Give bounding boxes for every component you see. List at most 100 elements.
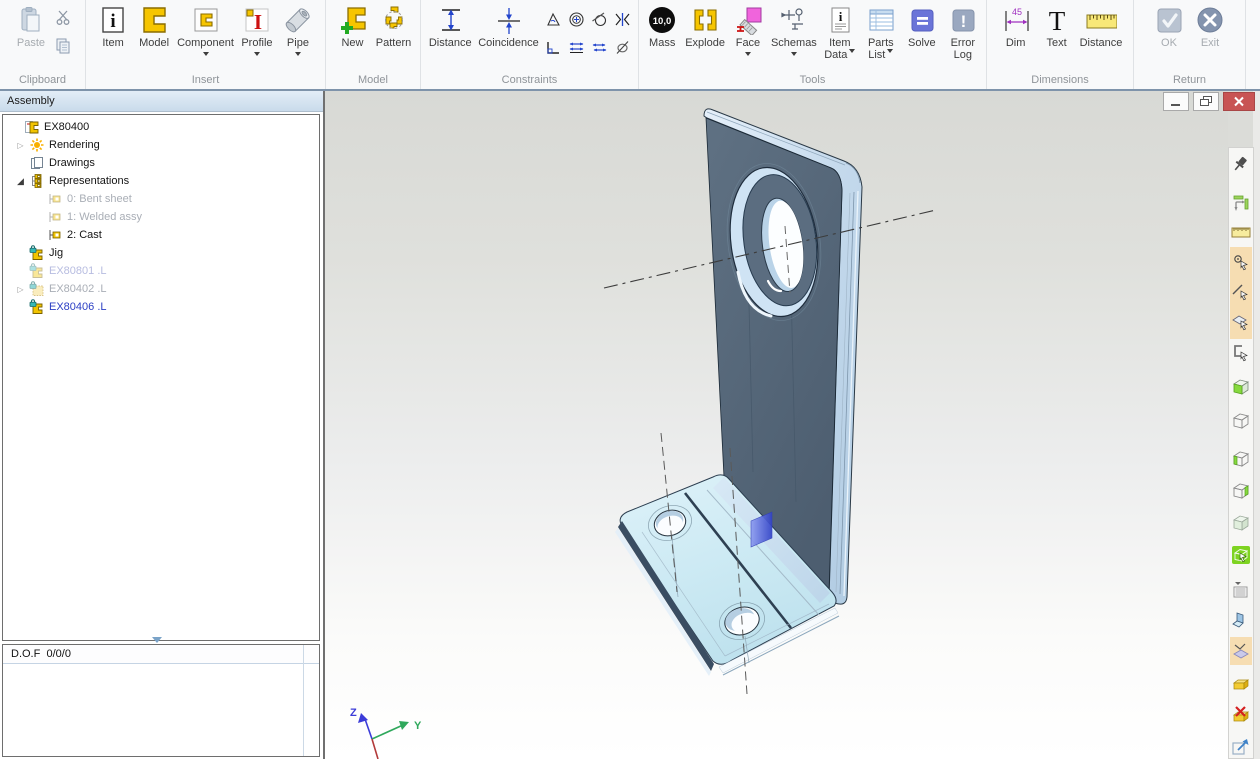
solid-green-box-button[interactable] <box>1231 377 1251 397</box>
exit-button[interactable]: Exit <box>1190 3 1230 50</box>
profile-dropdown-icon[interactable] <box>254 52 260 59</box>
bin-icon <box>1231 675 1251 695</box>
group-label-insert: Insert <box>88 73 323 89</box>
tree-item-ex80400[interactable]: EX80400 <box>3 118 319 136</box>
shaded-box-button[interactable] <box>1231 513 1251 533</box>
svg-text:I: I <box>254 10 262 34</box>
pin-button[interactable] <box>1231 155 1251 175</box>
svg-text:!: ! <box>960 12 966 31</box>
right-toolbar-rail <box>1228 91 1260 759</box>
perpendicular-constraint-button[interactable] <box>542 33 565 61</box>
minimize-button[interactable] <box>1163 92 1189 111</box>
copy-icon <box>55 37 72 54</box>
selection-list-button[interactable] <box>1231 579 1251 599</box>
x-axis-line <box>372 739 378 759</box>
distance-measure-button[interactable]: Distance <box>1078 3 1125 50</box>
expander-collapsed-icon[interactable]: ▷ <box>12 285 29 294</box>
box-right-face-button[interactable] <box>1231 481 1251 501</box>
rail-scroll-strip <box>1253 91 1260 759</box>
model-icon <box>138 4 170 36</box>
tree-item-rendering[interactable]: ▷ Rendering <box>3 136 319 154</box>
svg-text:45: 45 <box>1012 7 1022 17</box>
select-plane-icon <box>1231 312 1251 332</box>
viewport-3d[interactable]: Z Y <box>324 91 1228 759</box>
tree-item-representations[interactable]: ◢ Representations <box>3 172 319 190</box>
pipe-button[interactable]: Pipe <box>278 3 318 60</box>
cut-button[interactable] <box>52 6 74 28</box>
tree-item-bent-sheet[interactable]: 0: Bent sheet <box>3 190 319 208</box>
expander-expanded-icon[interactable]: ◢ <box>12 176 29 187</box>
ruler-tool-button[interactable] <box>1231 222 1251 242</box>
group-label-constraints: Constraints <box>423 73 636 89</box>
bin-button[interactable] <box>1231 675 1251 695</box>
solid-green-box-icon <box>1231 377 1251 397</box>
ruler-tool-icon <box>1231 222 1251 242</box>
parallel-constraint-button[interactable] <box>588 33 611 61</box>
select-point-icon <box>1231 252 1251 272</box>
select-point-button[interactable] <box>1231 252 1251 272</box>
paste-button[interactable]: Paste <box>11 3 51 50</box>
concentric-constraint-button[interactable] <box>565 5 588 33</box>
error-log-button[interactable]: ! Error Log <box>943 3 983 62</box>
equal-distance-constraint-button[interactable] <box>565 33 588 61</box>
bin-delete-button[interactable] <box>1231 705 1251 725</box>
box-left-face-button[interactable] <box>1231 449 1251 469</box>
tree-item-jig[interactable]: Jig <box>3 244 319 262</box>
bracket-part-button[interactable] <box>1231 611 1251 631</box>
representation-item-icon <box>47 227 63 243</box>
diameter-constraint-button[interactable] <box>611 33 634 61</box>
svg-text:T: T <box>1048 6 1065 35</box>
face-dropdown-icon[interactable] <box>745 52 751 59</box>
select-plane-button[interactable] <box>1231 312 1251 332</box>
group-label-dimensions: Dimensions <box>989 73 1131 89</box>
schemas-dropdown-icon[interactable] <box>791 52 797 59</box>
tree-item-drawings[interactable]: Drawings <box>3 154 319 172</box>
pipe-dropdown-icon[interactable] <box>295 52 301 59</box>
pattern-button[interactable]: Pattern <box>374 3 414 50</box>
copy-button[interactable] <box>52 34 74 56</box>
parts-list-button[interactable]: Parts List <box>861 3 901 62</box>
tangent-constraint-button[interactable] <box>588 5 611 33</box>
face-button[interactable]: Face <box>728 3 768 60</box>
schemas-button[interactable]: Schemas <box>769 3 819 60</box>
select-line-button[interactable] <box>1231 282 1251 302</box>
panel-splitter-handle[interactable] <box>152 637 162 643</box>
tree-item-welded-assy[interactable]: 1: Welded assy <box>3 208 319 226</box>
dof-label: D.O.F <box>11 648 40 660</box>
angle-constraint-button[interactable] <box>542 5 565 33</box>
ribbon-group-clipboard: Paste Clipboard <box>0 0 86 89</box>
expander-collapsed-icon[interactable]: ▷ <box>12 141 29 150</box>
restore-button[interactable] <box>1193 92 1219 111</box>
new-model-button[interactable]: New <box>333 3 373 50</box>
sketch-plane-button[interactable] <box>1231 641 1251 661</box>
ok-button[interactable]: OK <box>1149 3 1189 50</box>
wire-box-button[interactable] <box>1231 411 1251 431</box>
select-profile-button[interactable] <box>1231 343 1251 363</box>
tree-item-ex80406[interactable]: EX80406 .L <box>3 298 319 316</box>
item-data-button[interactable]: i Item Data <box>820 3 860 62</box>
item-data-icon: i <box>824 4 856 36</box>
tree-item-ex80801[interactable]: EX80801 .L <box>3 262 319 280</box>
explode-button[interactable]: Explode <box>683 3 727 50</box>
symmetry-constraint-button[interactable] <box>611 5 634 33</box>
solve-button[interactable]: Solve <box>902 3 942 50</box>
svg-text:10,0: 10,0 <box>653 16 672 27</box>
profile-button[interactable]: I Profile <box>237 3 277 60</box>
parallel-constraint-icon <box>591 39 608 56</box>
dynamic-select-button[interactable] <box>1231 545 1251 565</box>
flip-direction-button[interactable] <box>1231 193 1251 213</box>
distance-constraint-button[interactable]: Distance <box>425 3 475 50</box>
expand-arrow-button[interactable] <box>1231 737 1251 757</box>
component-button[interactable]: Component <box>175 3 236 60</box>
text-button[interactable]: T Text <box>1037 3 1077 50</box>
component-dropdown-icon[interactable] <box>203 52 209 59</box>
tree-item-cast[interactable]: 2: Cast <box>3 226 319 244</box>
item-button[interactable]: i Item <box>93 3 133 50</box>
mass-button[interactable]: 10,0 Mass <box>642 3 682 50</box>
model-button[interactable]: Model <box>134 3 174 50</box>
dim-button[interactable]: 45 Dim <box>996 3 1036 50</box>
coincidence-constraint-button[interactable]: Coincidence <box>476 3 541 50</box>
group-label-model: Model <box>328 73 418 89</box>
tree-item-ex80402[interactable]: ▷ EX80402 .L <box>3 280 319 298</box>
close-button[interactable] <box>1223 92 1255 111</box>
